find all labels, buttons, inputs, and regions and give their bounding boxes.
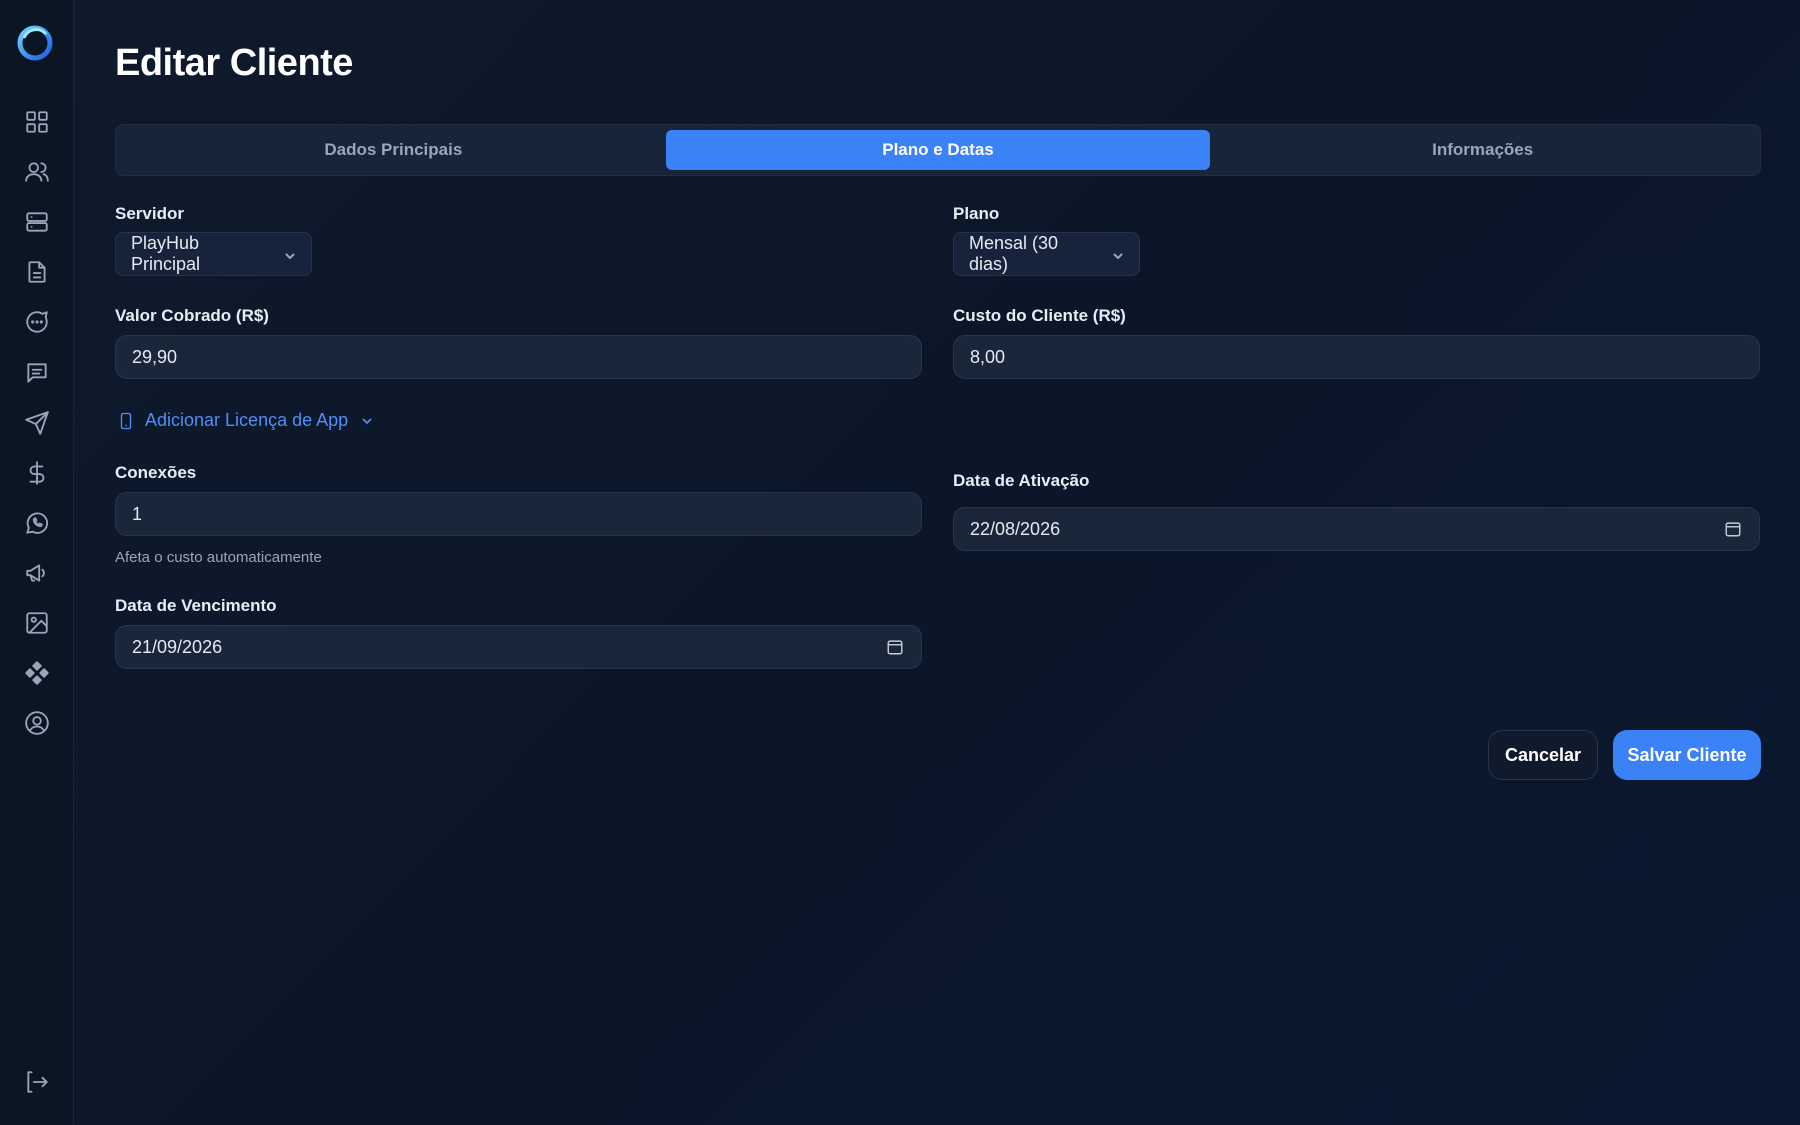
data-ativacao-input[interactable]: 22/08/2026	[953, 507, 1760, 551]
app-logo-icon[interactable]	[16, 24, 54, 62]
servidor-value: PlayHub Principal	[131, 233, 201, 274]
plano-value: Mensal (30 dias)	[969, 233, 1059, 274]
servidor-select[interactable]: PlayHub Principal	[115, 232, 312, 276]
sidebar	[0, 0, 74, 1125]
valor-cobrado-value: 29,90	[132, 346, 178, 367]
app-window: Editar Cliente Dados Principais Plano e …	[0, 0, 1800, 1125]
chevron-down-icon	[1111, 247, 1125, 261]
megaphone-icon[interactable]	[20, 556, 54, 590]
custo-cliente-value: 8,00	[970, 346, 1006, 367]
server-icon[interactable]	[20, 205, 54, 239]
calendar-icon[interactable]	[885, 637, 905, 657]
tab-plano-e-datas[interactable]: Plano e Datas	[665, 130, 1211, 170]
conexoes-input[interactable]: 1	[115, 492, 922, 536]
dollar-icon[interactable]	[20, 456, 54, 490]
image-icon[interactable]	[20, 606, 54, 640]
user-circle-icon[interactable]	[20, 706, 54, 740]
logout-icon[interactable]	[20, 1065, 54, 1099]
whatsapp-icon[interactable]	[20, 506, 54, 540]
servidor-label: Servidor	[115, 204, 184, 223]
data-ativacao-label: Data de Ativação	[953, 471, 1090, 490]
message-square-icon[interactable]	[20, 356, 54, 390]
data-vencimento-label: Data de Vencimento	[115, 596, 277, 615]
add-app-license-label: Adicionar Licença de App	[145, 410, 349, 430]
smartphone-icon	[120, 412, 132, 429]
conexoes-label: Conexões	[115, 463, 197, 482]
tab-dados-principais[interactable]: Dados Principais	[121, 130, 666, 170]
calendar-icon[interactable]	[1723, 519, 1743, 539]
conexoes-help-text: Afeta o custo automaticamente	[115, 549, 322, 566]
main-content: Editar Cliente Dados Principais Plano e …	[74, 0, 1800, 1125]
dashboard-icon[interactable]	[20, 105, 54, 139]
add-app-license-toggle[interactable]: Adicionar Licença de App	[117, 410, 374, 431]
data-vencimento-input[interactable]: 21/09/2026	[115, 625, 922, 669]
page-title: Editar Cliente	[115, 42, 353, 84]
components-icon[interactable]	[20, 656, 54, 690]
data-vencimento-value: 21/09/2026	[132, 636, 223, 657]
chevron-down-icon	[283, 247, 297, 261]
document-icon[interactable]	[20, 255, 54, 289]
valor-cobrado-input[interactable]: 29,90	[115, 335, 922, 379]
data-ativacao-value: 22/08/2026	[970, 518, 1061, 539]
send-icon[interactable]	[20, 406, 54, 440]
cancel-button[interactable]: Cancelar	[1488, 730, 1598, 780]
conexoes-value: 1	[132, 503, 143, 524]
users-icon[interactable]	[20, 155, 54, 189]
custo-cliente-label: Custo do Cliente (R$)	[953, 306, 1126, 325]
valor-cobrado-label: Valor Cobrado (R$)	[115, 306, 269, 325]
plano-label: Plano	[953, 204, 1000, 223]
save-client-button[interactable]: Salvar Cliente	[1613, 730, 1761, 780]
tab-bar: Dados Principais Plano e Datas Informaçõ…	[115, 124, 1761, 176]
chat-bubble-icon[interactable]	[20, 305, 54, 339]
tab-informacoes[interactable]: Informações	[1210, 130, 1755, 170]
chevron-down-icon	[362, 417, 372, 424]
plano-select[interactable]: Mensal (30 dias)	[953, 232, 1140, 276]
custo-cliente-input[interactable]: 8,00	[953, 335, 1760, 379]
